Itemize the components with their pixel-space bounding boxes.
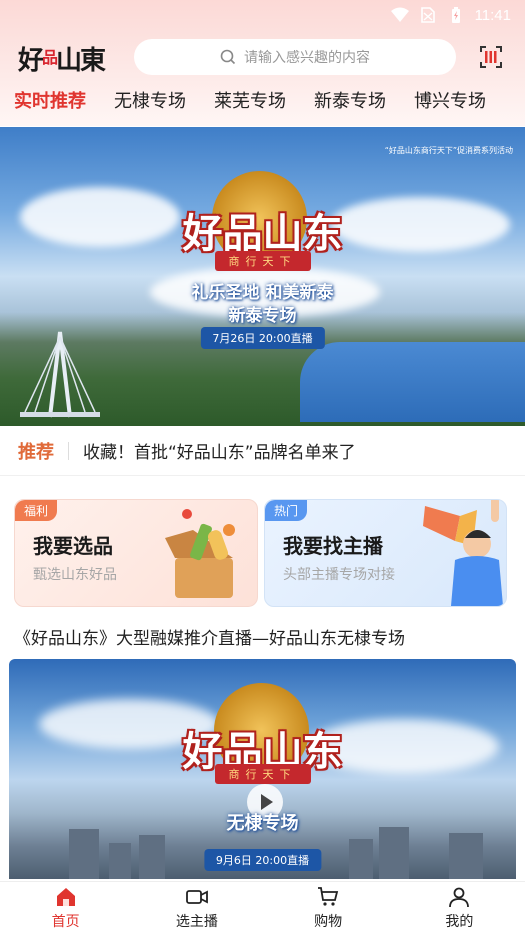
nav-shopping[interactable]: 购物 xyxy=(263,882,394,933)
hero-banner[interactable]: “好品山东商行天下”促消费系列活动 好品山东 商行天下 礼乐圣地 和美新泰 新泰… xyxy=(0,127,525,426)
grocery-basket-icon xyxy=(165,509,235,598)
banner-promo-text: “好品山东商行天下”促消费系列活动 xyxy=(384,146,513,155)
banner-lake xyxy=(300,342,525,422)
banner-live-date: 7月26日 20:00直播 xyxy=(200,327,325,349)
wifi-icon xyxy=(390,7,409,22)
nav-home[interactable]: 首页 xyxy=(0,882,131,933)
search-icon xyxy=(220,49,236,65)
battery-icon xyxy=(451,7,460,23)
video-camera-icon xyxy=(185,889,208,904)
news-ticker[interactable]: 推荐 收藏！首批“好品山东”品牌名单来了 xyxy=(0,426,525,476)
card-title: 我要选品 xyxy=(33,534,113,558)
bottom-navigation: 首页 选主播 购物 我的 xyxy=(0,881,525,933)
tab-recommend[interactable]: 实时推荐 xyxy=(0,88,100,118)
category-tabs: 实时推荐 无棣专场 莱芜专场 新泰专场 博兴专场 xyxy=(0,88,525,118)
tab-xintai[interactable]: 新泰专场 xyxy=(300,88,400,118)
city-building xyxy=(449,833,483,879)
feature-cards: 福利 我要选品 甄选山东好品 热门 我要找主播 头部主播专场对接 xyxy=(14,499,511,607)
card-title: 我要找主播 xyxy=(283,534,383,558)
logo-text-small: 品 xyxy=(42,48,58,67)
banner-slogan-session: 新泰专场 xyxy=(228,306,297,326)
nav-profile[interactable]: 我的 xyxy=(394,882,525,933)
user-icon xyxy=(449,887,470,907)
megaphone-person-icon xyxy=(423,500,503,606)
news-headline[interactable]: 收藏！首批“好品山东”品牌名单来了 xyxy=(83,438,356,463)
banner-brand-sub: 商行天下 xyxy=(214,251,311,271)
cart-icon xyxy=(318,886,339,906)
logo-text-end: 山東 xyxy=(56,46,106,76)
nav-shopping-label: 购物 xyxy=(314,913,343,930)
logo-text-main: 好 xyxy=(18,46,44,76)
card-badge-welfare: 福利 xyxy=(15,500,58,521)
status-bar: 11:41 xyxy=(0,0,525,30)
news-divider xyxy=(68,441,69,460)
app-logo[interactable]: 好品山東 xyxy=(18,40,106,77)
card-badge-hot: 热门 xyxy=(265,500,308,521)
app-header: 好品山東 请输入感兴趣的内容 xyxy=(0,38,525,78)
live-section-title[interactable]: 《好品山东》大型融媒推介直播—好品山东无棣专场 xyxy=(14,624,405,649)
search-input[interactable]: 请输入感兴趣的内容 xyxy=(134,39,456,75)
bridge-illustration xyxy=(20,331,100,418)
no-sim-icon xyxy=(420,7,435,23)
select-products-card[interactable]: 福利 我要选品 甄选山东好品 xyxy=(14,499,258,607)
search-placeholder: 请输入感兴趣的内容 xyxy=(244,50,370,66)
live-video-thumbnail[interactable]: 好品山东 商行天下 无棣专场 9月6日 20:00直播 xyxy=(9,659,516,879)
banner-slogan: 礼乐圣地 和美新泰 xyxy=(191,283,334,303)
city-building xyxy=(349,839,373,879)
tab-laiwu[interactable]: 莱芜专场 xyxy=(200,88,300,118)
nav-streamer-label: 选主播 xyxy=(175,913,218,930)
video-live-date: 9月6日 20:00直播 xyxy=(203,849,322,871)
city-building xyxy=(139,835,165,879)
city-building xyxy=(109,843,131,879)
nav-home-label: 首页 xyxy=(51,913,80,930)
find-streamer-card[interactable]: 热门 我要找主播 头部主播专场对接 xyxy=(264,499,507,607)
video-slogan: 无棣专场 xyxy=(226,813,299,834)
nav-streamer[interactable]: 选主播 xyxy=(131,882,262,933)
tab-wudi[interactable]: 无棣专场 xyxy=(100,88,200,118)
city-building xyxy=(69,829,99,879)
status-time: 11:41 xyxy=(474,6,511,24)
home-icon xyxy=(56,887,75,906)
nav-profile-label: 我的 xyxy=(445,913,474,930)
card-subtitle: 头部主播专场对接 xyxy=(283,567,395,583)
tab-boxing[interactable]: 博兴专场 xyxy=(400,88,500,118)
news-tag: 推荐 xyxy=(18,441,54,463)
video-brand-sub: 商行天下 xyxy=(214,764,311,784)
scan-icon[interactable] xyxy=(479,45,503,69)
card-subtitle: 甄选山东好品 xyxy=(33,567,117,583)
